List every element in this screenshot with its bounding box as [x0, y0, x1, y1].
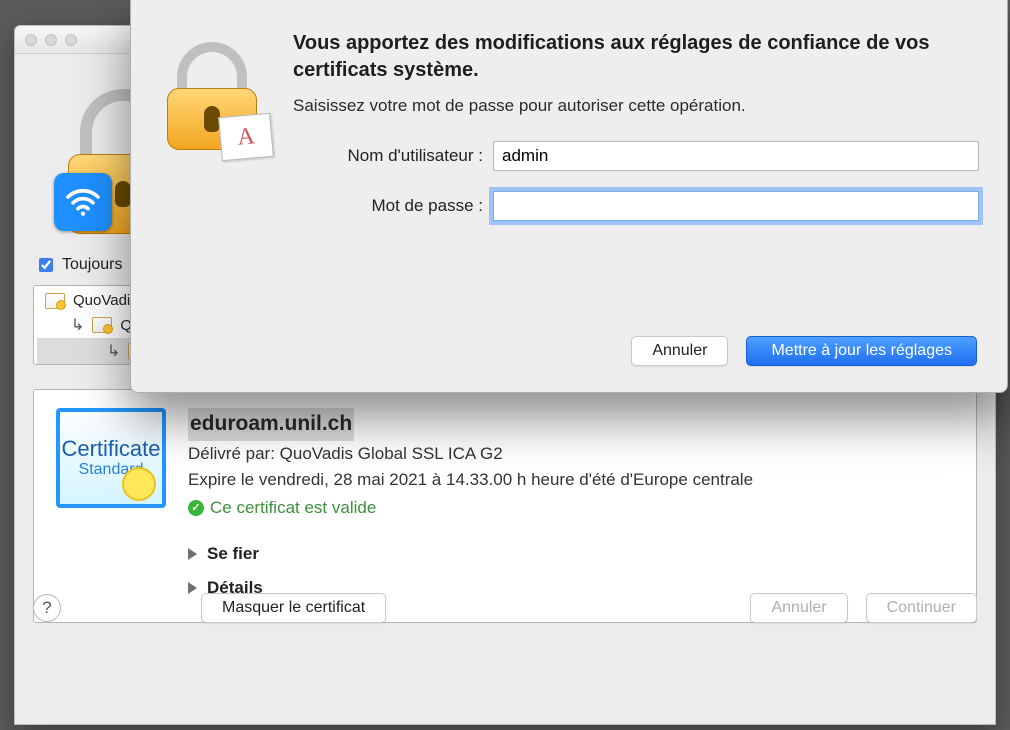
disclosure-triangle-icon — [188, 548, 197, 560]
certificate-icon — [92, 317, 112, 333]
always-trust-checkbox[interactable] — [39, 258, 53, 272]
certificate-detail-panel: Certificate Standard eduroam.unil.ch Dél… — [33, 389, 977, 623]
certificate-icon — [45, 293, 65, 309]
auth-confirm-button[interactable]: Mettre à jour les réglages — [746, 336, 977, 366]
certificate-large-icon: Certificate Standard — [56, 408, 166, 508]
cert-badge-l2: Standard — [79, 462, 144, 478]
certificate-name: eduroam.unil.ch — [188, 408, 354, 441]
auth-lock-icon — [159, 38, 269, 158]
help-button[interactable]: ? — [33, 594, 61, 622]
minimize-dot[interactable] — [45, 34, 57, 46]
username-field[interactable] — [493, 141, 979, 171]
auth-cancel-button[interactable]: Annuler — [631, 336, 728, 366]
tree-branch-icon: ↳ — [71, 315, 84, 335]
auth-title: Vous apportez des modifications aux régl… — [293, 30, 979, 84]
auth-sheet: Vous apportez des modifications aux régl… — [130, 0, 1008, 393]
disclosure-trust[interactable]: Se fier — [188, 536, 753, 570]
cert-badge-l1: Certificate — [61, 438, 160, 460]
close-dot[interactable] — [25, 34, 37, 46]
cancel-button[interactable]: Annuler — [750, 593, 847, 623]
password-field[interactable] — [493, 191, 979, 221]
disclosure-label: Se fier — [207, 541, 259, 567]
tree-label: QuoVadis — [73, 292, 138, 309]
always-trust-label: Toujours — [62, 256, 122, 274]
hide-certificate-button[interactable]: Masquer le certificat — [201, 593, 386, 623]
certificate-expiry: Expire le vendredi, 28 mai 2021 à 14.33.… — [188, 467, 753, 493]
username-label: Nom d'utilisateur : — [293, 146, 483, 166]
checkmark-icon: ✓ — [188, 500, 204, 516]
certificate-valid-text: Ce certificat est valide — [210, 495, 376, 521]
continue-button[interactable]: Continuer — [866, 593, 977, 623]
wifi-badge-icon — [54, 173, 112, 231]
security-pref-icon — [218, 113, 274, 161]
tree-branch-icon: ↳ — [107, 341, 120, 361]
password-label: Mot de passe : — [293, 196, 483, 216]
auth-subtitle: Saisissez votre mot de passe pour autori… — [293, 96, 979, 116]
certificate-issuer: Délivré par: QuoVadis Global SSL ICA G2 — [188, 441, 753, 467]
zoom-dot[interactable] — [65, 34, 77, 46]
